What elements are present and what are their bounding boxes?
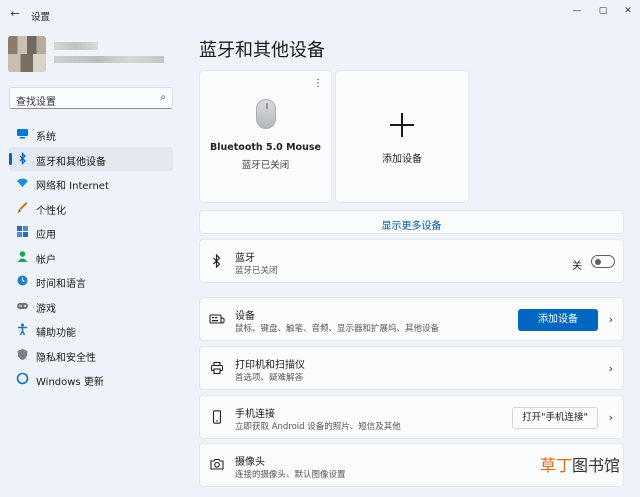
open-phone-link-button[interactable]: 打开"手机连接"	[512, 407, 598, 429]
apps-icon	[16, 225, 29, 238]
row-title: 设备	[235, 311, 255, 322]
settings-window: ← 设置 — ▢ ✕ 查找设置 ⌕ 系统 蓝牙和其他设备 网络和 Interne…	[0, 0, 640, 497]
account-name-blurred	[54, 42, 98, 50]
account-icon	[16, 250, 29, 263]
phone-icon	[209, 410, 225, 426]
device-status: 蓝牙已关闭	[241, 160, 290, 171]
sidebar-item-gaming[interactable]: 游戏	[9, 294, 173, 319]
sidebar-item-label: 网络和 Internet	[36, 181, 109, 192]
sidebar-item-label: 个性化	[36, 205, 66, 217]
watermark-brand: 草丁	[540, 456, 573, 475]
close-button[interactable]: ✕	[620, 4, 636, 18]
row-subtitle: 鼠标、键盘、触笔、音频、显示器和扩展坞、其他设备	[235, 324, 440, 334]
brush-icon	[16, 201, 29, 214]
add-device-card[interactable]: 添加设备	[335, 70, 469, 203]
row-title: 手机连接	[235, 409, 275, 420]
show-more-devices-button[interactable]: 显示更多设备	[199, 210, 624, 234]
gamepad-icon	[16, 299, 29, 312]
printer-icon	[209, 361, 225, 377]
chevron-right-icon: ›	[608, 411, 613, 424]
bluetooth-row: 蓝牙 蓝牙已关闭 关	[199, 239, 624, 283]
row-subtitle: 蓝牙已关闭	[235, 266, 278, 276]
sidebar-item-network[interactable]: 网络和 Internet	[9, 171, 173, 196]
sidebar-item-label: 系统	[36, 132, 56, 143]
watermark: 草丁图书馆	[540, 452, 620, 476]
sidebar-item-label: 隐私和安全性	[36, 352, 96, 364]
bluetooth-toggle-label: 关	[572, 261, 582, 272]
show-more-devices-label: 显示更多设备	[381, 221, 442, 232]
bluetooth-toggle[interactable]	[591, 255, 615, 268]
sidebar-item-label: 应用	[36, 230, 56, 241]
sidebar-item-personalization[interactable]: 个性化	[9, 196, 173, 221]
maximize-button[interactable]: ▢	[595, 4, 611, 18]
clock-globe-icon	[16, 274, 29, 287]
system-icon	[16, 127, 29, 140]
devices-row[interactable]: 设备 鼠标、键盘、触笔、音频、显示器和扩展坞、其他设备 添加设备 ›	[199, 297, 624, 341]
phone-link-row[interactable]: 手机连接 立即获取 Android 设备的照片、短信及其他 打开"手机连接" ›	[199, 395, 624, 439]
shield-icon	[16, 348, 29, 361]
page-title: 蓝牙和其他设备	[199, 40, 325, 61]
watermark-suffix: 图书馆	[572, 456, 621, 475]
search-placeholder: 查找设置	[16, 97, 56, 108]
row-title: 摄像头	[235, 457, 265, 468]
add-device-label: 添加设备	[382, 154, 422, 165]
sidebar-item-label: Windows 更新	[36, 377, 104, 388]
camera-icon	[209, 458, 225, 474]
back-button[interactable]: ←	[8, 7, 22, 21]
minimize-button[interactable]: —	[569, 4, 585, 18]
chevron-right-icon: ›	[608, 362, 613, 375]
account-profile[interactable]	[8, 36, 168, 76]
title-bar: ← 设置 — ▢ ✕	[0, 0, 640, 30]
account-email-blurred	[54, 56, 164, 63]
sidebar-item-label: 辅助功能	[36, 328, 76, 339]
device-name: Bluetooth 5.0 Mouse	[210, 142, 321, 153]
sidebar-item-privacy[interactable]: 隐私和安全性	[9, 343, 173, 368]
sidebar-item-time-language[interactable]: 时间和语言	[9, 269, 173, 294]
accessibility-icon	[16, 323, 29, 336]
sidebar-item-accounts[interactable]: 帐户	[9, 245, 173, 270]
sidebar-nav: 系统 蓝牙和其他设备 网络和 Internet 个性化 应用 帐户 时间和语言 …	[9, 122, 173, 392]
device-card-bluetooth-mouse[interactable]: ⋮ Bluetooth 5.0 Mouse 蓝牙已关闭	[199, 70, 332, 203]
more-options-icon[interactable]: ⋮	[313, 79, 323, 89]
sidebar-item-label: 游戏	[36, 303, 56, 315]
add-device-button[interactable]: 添加设备	[518, 309, 598, 331]
row-title: 蓝牙	[235, 253, 255, 264]
plus-icon	[388, 111, 416, 139]
row-subtitle: 首选项、疑难解答	[235, 373, 304, 383]
sidebar-item-system[interactable]: 系统	[9, 122, 173, 147]
sidebar-item-apps[interactable]: 应用	[9, 220, 173, 245]
bluetooth-icon	[209, 253, 225, 270]
row-title: 打印机和扫描仪	[235, 360, 305, 371]
wifi-icon	[16, 176, 29, 189]
search-icon: ⌕	[160, 92, 166, 103]
mouse-icon	[256, 99, 276, 129]
sidebar-item-windows-update[interactable]: Windows 更新	[9, 367, 173, 392]
keyboard-mouse-icon	[209, 312, 225, 328]
sidebar-item-label: 蓝牙和其他设备	[36, 156, 106, 168]
search-input[interactable]: 查找设置 ⌕	[9, 87, 173, 109]
sidebar-item-accessibility[interactable]: 辅助功能	[9, 318, 173, 343]
sidebar-item-label: 时间和语言	[36, 279, 86, 290]
sidebar-item-label: 帐户	[36, 254, 56, 266]
row-subtitle: 立即获取 Android 设备的照片、短信及其他	[235, 422, 401, 432]
avatar	[8, 36, 46, 72]
chevron-right-icon: ›	[608, 313, 613, 326]
row-subtitle: 连接的摄像头、默认图像设置	[235, 470, 346, 480]
app-title: 设置	[31, 12, 51, 23]
update-icon	[16, 372, 29, 385]
sidebar-item-bluetooth[interactable]: 蓝牙和其他设备	[9, 146, 173, 171]
bluetooth-icon	[16, 151, 29, 165]
printers-scanners-row[interactable]: 打印机和扫描仪 首选项、疑难解答 ›	[199, 346, 624, 390]
